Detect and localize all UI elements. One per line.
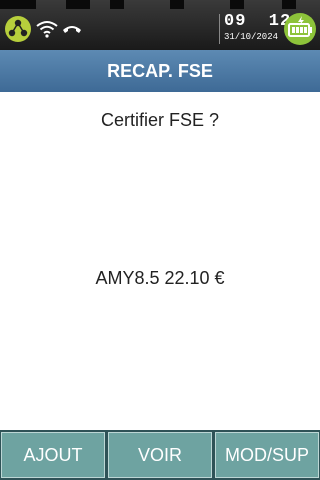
status-bar-notch (66, 0, 90, 9)
battery-charging-icon (283, 12, 317, 50)
clock-time: 09 12 (224, 12, 292, 31)
page-title: RECAP. FSE (0, 50, 320, 92)
status-bar-notch (230, 0, 244, 9)
ajout-button[interactable]: AJOUT (1, 432, 105, 478)
clock: 09 12 31/10/2024 (224, 12, 292, 43)
bottom-button-bar: AJOUT VOIR MOD/SUP (0, 430, 320, 480)
wifi-icon (36, 20, 58, 38)
phone-hangup-icon (62, 22, 82, 36)
status-icons (4, 15, 82, 43)
status-bar-notch (0, 0, 36, 9)
status-bar: 09 12 31/10/2024 (0, 0, 320, 50)
status-divider (219, 14, 220, 44)
certify-question: Certifier FSE ? (100, 110, 220, 130)
clock-date: 31/10/2024 (224, 32, 279, 42)
status-bar-notch (110, 0, 124, 9)
mod-sup-button[interactable]: MOD/SUP (215, 432, 319, 478)
network-icon (4, 15, 32, 43)
fse-amount-line: AMY8.5 22.10 € (95, 268, 225, 288)
status-bar-notch (170, 0, 184, 9)
status-bar-notch (282, 0, 296, 9)
voir-button[interactable]: VOIR (108, 432, 212, 478)
